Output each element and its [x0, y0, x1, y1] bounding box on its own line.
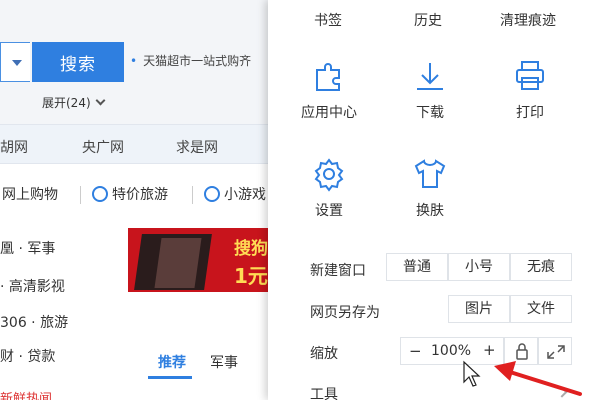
bullet-icon: •: [130, 54, 138, 68]
new-window-normal-button[interactable]: 普通: [386, 253, 448, 281]
divider: [80, 186, 81, 204]
download-label: 下载: [416, 105, 444, 121]
category-games-label: 小游戏: [224, 187, 266, 203]
expand-icon: [547, 345, 565, 359]
caret-down-icon: [12, 60, 22, 66]
search-button[interactable]: 搜索: [32, 42, 124, 82]
category-bar: 网上购物 特价旅游 小游戏: [0, 176, 268, 212]
site-link[interactable]: 央广网: [82, 137, 124, 157]
list-item[interactable]: 306 · 旅游: [0, 312, 68, 332]
chevron-down-icon: [95, 95, 106, 106]
list-item[interactable]: 凰 · 军事: [0, 238, 55, 258]
banner-price: 1元: [234, 264, 268, 288]
search-engine-dropdown[interactable]: [0, 42, 30, 82]
news-hot-label[interactable]: 新鲜热闻: [0, 388, 52, 400]
promo-link[interactable]: • 天猫超市一站式购齐: [130, 52, 251, 69]
puzzle-icon: [311, 58, 347, 94]
tab-recommend[interactable]: 推荐: [158, 352, 186, 372]
tools-menu-item[interactable]: 工具: [310, 384, 338, 400]
printer-icon: [512, 58, 548, 94]
settings-label: 设置: [315, 203, 343, 219]
chevron-right-icon: [556, 386, 568, 398]
fullscreen-button[interactable]: [538, 337, 572, 365]
zoom-lock-button[interactable]: [504, 337, 538, 365]
active-tab-underline: [148, 376, 192, 379]
zoom-label: 缩放: [310, 346, 338, 362]
category-games[interactable]: 小游戏: [204, 184, 266, 204]
download-button[interactable]: 下载: [395, 58, 465, 122]
news-tabs: 推荐 军事: [148, 348, 268, 379]
gear-icon: [311, 156, 347, 192]
clear-traces-link[interactable]: 清理痕迹: [500, 10, 556, 30]
lock-icon: [516, 343, 528, 360]
save-page-as-label: 网页另存为: [310, 305, 380, 321]
ad-banner[interactable]: 搜狗 1元: [128, 228, 268, 292]
site-links-bar: 胡网 央广网 求是网: [0, 124, 268, 164]
banner-title: 搜狗: [234, 239, 268, 259]
print-button[interactable]: 打印: [495, 58, 565, 122]
background-webpage: 搜索 • 天猫超市一站式购齐 展开(24) 胡网 央广网 求是网 网上购物 特价旅…: [0, 0, 268, 400]
new-window-small-button[interactable]: 小号: [448, 253, 510, 281]
category-shopping[interactable]: 网上购物: [2, 184, 58, 204]
divider: [192, 186, 193, 204]
download-icon: [412, 58, 448, 94]
history-link[interactable]: 历史: [414, 10, 442, 30]
list-item[interactable]: · 高清影视: [0, 276, 65, 296]
new-window-label: 新建窗口: [310, 263, 366, 279]
category-travel-label: 特价旅游: [112, 187, 168, 203]
expand-label: 展开(24): [42, 96, 91, 110]
save-as-file-button[interactable]: 文件: [510, 295, 572, 323]
expand-toggle[interactable]: 展开(24): [42, 94, 106, 111]
travel-icon: [92, 186, 108, 202]
print-label: 打印: [516, 105, 544, 121]
game-icon: [204, 186, 220, 202]
new-window-incognito-button[interactable]: 无痕: [510, 253, 572, 281]
promo-text: 天猫超市一站式购齐: [143, 54, 252, 68]
tab-military[interactable]: 军事: [210, 352, 238, 372]
browser-menu-panel: 书签 历史 清理痕迹 应用中心 下载 打印 设置 换肤 新建窗口 普通 小号 无…: [268, 0, 600, 400]
save-as-image-button[interactable]: 图片: [448, 295, 510, 323]
bookmarks-link[interactable]: 书签: [314, 10, 342, 30]
zoom-out-button[interactable]: −: [409, 342, 422, 360]
site-link[interactable]: 求是网: [176, 137, 218, 157]
zoom-in-button[interactable]: +: [483, 341, 496, 359]
skin-button[interactable]: 换肤: [395, 156, 465, 220]
list-item[interactable]: 财 · 贷款: [0, 346, 55, 366]
skin-label: 换肤: [416, 203, 444, 219]
zoom-level: 100%: [431, 343, 472, 359]
category-travel[interactable]: 特价旅游: [92, 184, 168, 204]
zoom-control: − 100% +: [400, 337, 504, 365]
product-image: [154, 238, 202, 288]
app-center-label: 应用中心: [301, 105, 357, 121]
site-link[interactable]: 胡网: [0, 137, 28, 157]
app-center-button[interactable]: 应用中心: [294, 58, 364, 122]
shirt-icon: [412, 156, 448, 192]
settings-button[interactable]: 设置: [294, 156, 364, 220]
